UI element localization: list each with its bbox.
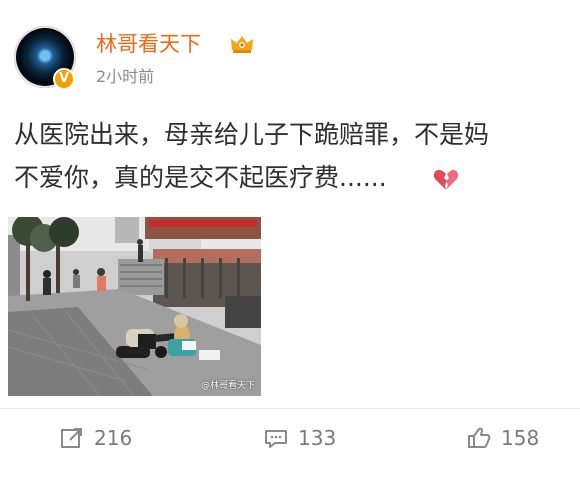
like-count: 158 (501, 426, 540, 450)
like-icon (468, 427, 491, 448)
action-divider (0, 408, 580, 409)
comment-button[interactable]: 133 (262, 420, 336, 456)
news-photo[interactable]: @林哥看天下 (8, 217, 261, 396)
share-button[interactable]: 216 (58, 420, 132, 456)
street-scene-image (8, 217, 261, 396)
verified-v-icon: V (53, 68, 75, 90)
share-count: 216 (94, 426, 133, 450)
comment-icon (265, 430, 287, 448)
like-button[interactable]: 158 (465, 420, 539, 456)
broken-heart-icon (433, 170, 459, 190)
username[interactable]: 林哥看天下 (96, 31, 201, 57)
share-icon (61, 428, 82, 448)
comment-count: 133 (298, 426, 337, 450)
post-timestamp: 2小时前 (96, 67, 155, 86)
image-watermark: @林哥看天下 (200, 381, 255, 391)
post-text: 从医院出来，母亲给儿子下跪赔罪，不是妈 不爱你，真的是交不起医疗费...... (14, 120, 490, 192)
crown-icon (231, 36, 253, 53)
